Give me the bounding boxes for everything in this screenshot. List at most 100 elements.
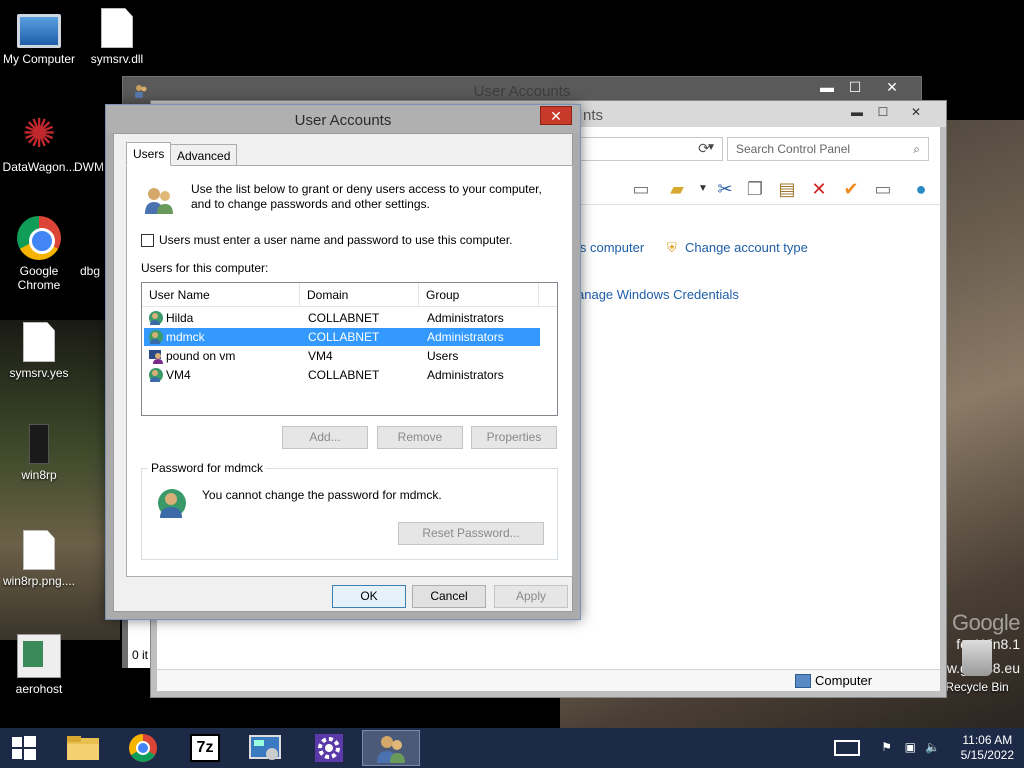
maximize-button[interactable]: ☐: [841, 77, 869, 97]
users-list-header: User Name Domain Group: [142, 283, 557, 307]
recycle-bin-icon: [962, 640, 992, 676]
delete-icon[interactable]: ✕: [807, 177, 831, 201]
paste-icon[interactable]: ▤: [775, 177, 799, 201]
user-domain-cell: COLLABNET: [308, 330, 380, 344]
desktop: Google for Win8.1 w.glass8.eu My Compute…: [0, 0, 1024, 728]
domain-user-icon: [148, 310, 164, 326]
close-button[interactable]: ✕: [540, 106, 572, 125]
user-domain-cell: COLLABNET: [308, 368, 380, 382]
desktop-icon-google-chrome[interactable]: Google Chrome: [0, 216, 78, 292]
start-button[interactable]: [0, 728, 48, 768]
desktop-icon-win8rp[interactable]: win8rp: [0, 424, 78, 482]
info-text-line1: Use the list below to grant or deny user…: [191, 182, 542, 196]
tab-users[interactable]: Users: [126, 142, 172, 166]
system-settings-icon: [249, 735, 281, 760]
users-list[interactable]: User Name Domain Group Hilda COLLABNET A…: [141, 282, 558, 416]
remove-user-button[interactable]: Remove: [377, 426, 463, 449]
keyboard-icon[interactable]: [834, 740, 860, 756]
user-name-cell: pound on vm: [166, 349, 236, 363]
user-group-cell: Administrators: [427, 368, 504, 382]
desktop-icon-label: DataWagon...: [2, 160, 76, 174]
user-group-cell: Users: [427, 349, 459, 363]
ok-button[interactable]: OK: [332, 585, 406, 608]
folder-icon[interactable]: ▰: [665, 177, 689, 201]
taskbar-user-accounts[interactable]: [362, 730, 420, 766]
require-login-row[interactable]: Users must enter a user name and passwor…: [141, 233, 513, 247]
search-placeholder: Search Control Panel: [736, 142, 851, 156]
taskbar-system-config[interactable]: [236, 730, 294, 766]
desktop-icon-aerohost[interactable]: aerohost: [0, 634, 78, 696]
maximize-button[interactable]: ☐: [870, 103, 896, 121]
search-input[interactable]: Search Control Panel ⌕: [727, 137, 929, 161]
require-login-checkbox[interactable]: [141, 233, 154, 247]
change-account-type-link[interactable]: ⛨ Change account type: [667, 240, 808, 255]
gear-icon: [315, 734, 343, 762]
user-row-vm4[interactable]: VM4 COLLABNET Administrators: [144, 366, 540, 384]
taskbar-settings[interactable]: [300, 730, 358, 766]
add-user-button[interactable]: Add...: [282, 426, 368, 449]
column-domain[interactable]: Domain: [300, 283, 419, 307]
tab-advanced-label: Advanced: [177, 149, 231, 163]
desktop-icon-label: win8rp: [21, 468, 57, 482]
user-row-hilda[interactable]: Hilda COLLABNET Administrators: [144, 309, 540, 327]
globe-icon[interactable]: ●: [909, 177, 933, 201]
tab-advanced[interactable]: Advanced: [170, 144, 238, 166]
column-user-name[interactable]: User Name: [142, 283, 300, 307]
shield-icon: ⛨: [667, 240, 677, 255]
taskbar-file-explorer[interactable]: [54, 730, 112, 766]
refresh-icon[interactable]: ⟳: [691, 137, 717, 161]
column-group[interactable]: Group: [419, 283, 539, 307]
desktop-icon-recycle-bin[interactable]: Recycle Bin: [938, 640, 1016, 694]
layout-icon[interactable]: ▭: [629, 177, 653, 201]
dll-file-icon: [101, 8, 133, 48]
require-login-label[interactable]: Users must enter a user name and passwor…: [159, 233, 513, 247]
volume-muted-icon[interactable]: 🔈: [925, 740, 940, 754]
reset-password-button[interactable]: Reset Password...: [398, 522, 544, 545]
copy-icon[interactable]: ❐: [743, 177, 767, 201]
desktop-icon-symsrv-dll[interactable]: symsrv.dll: [78, 8, 156, 66]
dropdown-arrow-icon[interactable]: ▼: [691, 177, 715, 201]
clock[interactable]: 11:06 AM 5/15/2022: [961, 733, 1014, 763]
manage-credentials-link[interactable]: anage Windows Credentials: [577, 287, 739, 302]
desktop-icon-label: win8rp.png....: [2, 574, 76, 588]
network-icon[interactable]: ▣: [905, 740, 916, 754]
minimize-button[interactable]: ▬: [813, 77, 841, 97]
desktop-icon-win8rp-png[interactable]: win8rp.png....: [0, 530, 78, 588]
user-password-icon: [156, 487, 188, 519]
control-panel-title: nts: [583, 107, 604, 124]
computer-icon: [17, 14, 61, 48]
desktop-icon-label: symsrv.dll: [90, 52, 144, 66]
aerohost-icon: [17, 634, 61, 678]
domain-user-icon: [148, 367, 164, 383]
action-center-icon[interactable]: ⚑: [881, 740, 892, 754]
minimize-button[interactable]: ▬: [844, 103, 870, 121]
this-computer-link[interactable]: is computer: [577, 240, 644, 255]
taskbar-7zip[interactable]: 7z: [176, 730, 234, 766]
close-button[interactable]: ✕: [896, 103, 936, 121]
status-computer-label: Computer: [815, 673, 873, 688]
info-text-line2: and to change passwords and other settin…: [191, 197, 430, 211]
password-group-title: Password for mdmck: [148, 461, 267, 475]
user-name-cell: mdmck: [166, 330, 205, 344]
checkmark-icon[interactable]: ✔: [839, 177, 863, 201]
properties-button[interactable]: Properties: [471, 426, 557, 449]
desktop-icon-symsrv-yes[interactable]: symsrv.yes: [0, 322, 78, 380]
desktop-icon-my-computer[interactable]: My Computer: [0, 8, 78, 66]
user-row-pound-on-vm[interactable]: pound on vm VM4 Users: [144, 347, 540, 365]
win8rp-icon: [29, 424, 49, 464]
taskbar-chrome[interactable]: [114, 730, 172, 766]
user-group-cell: Administrators: [427, 330, 504, 344]
info-text: Use the list below to grant or deny user…: [191, 182, 542, 212]
watermark-line1: Google: [952, 610, 1020, 635]
users-for-computer-label: Users for this computer:: [141, 261, 269, 275]
desktop-icon-datawagon[interactable]: ✺ DataWagon...: [0, 112, 78, 174]
user-row-mdmck[interactable]: mdmck COLLABNET Administrators: [144, 328, 540, 346]
search-icon[interactable]: ⌕: [913, 142, 920, 157]
apply-button[interactable]: Apply: [494, 585, 568, 608]
cancel-button[interactable]: Cancel: [412, 585, 486, 608]
close-button[interactable]: ✕: [869, 77, 915, 97]
chrome-icon: [17, 216, 61, 260]
cut-icon[interactable]: ✂: [713, 177, 737, 201]
properties-icon[interactable]: ▭: [871, 177, 895, 201]
file-icon: [23, 322, 55, 362]
